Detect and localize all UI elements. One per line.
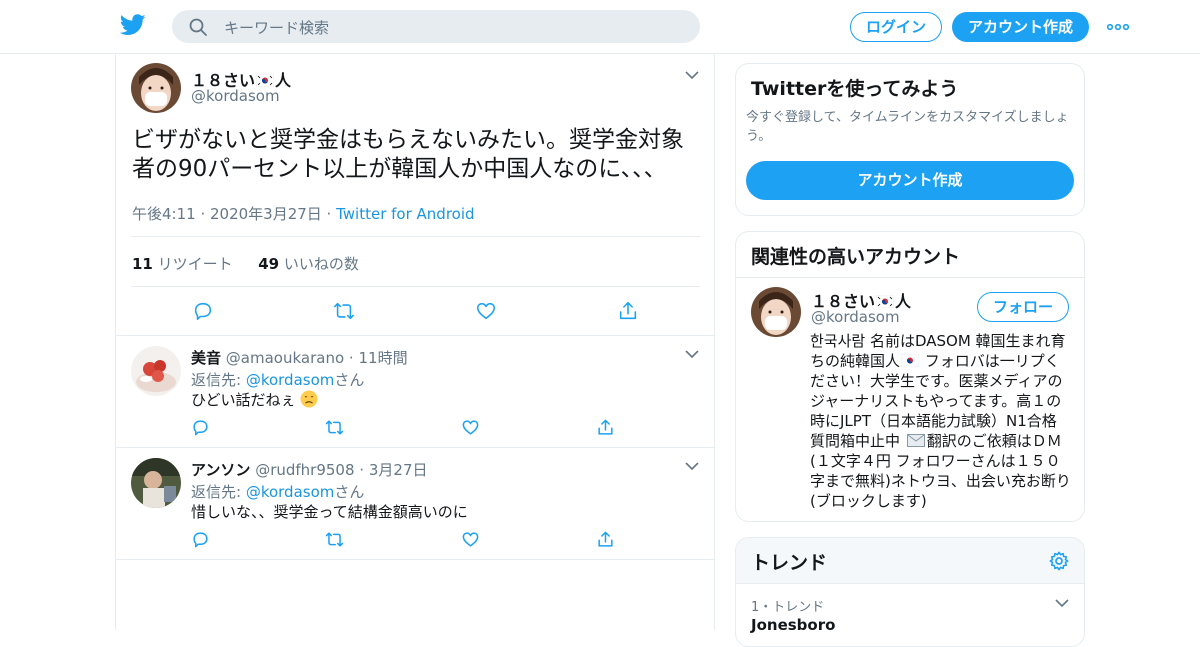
reply-text-body: ひどい話だねぇ: [191, 391, 296, 409]
top-bar: キーワード検索 ログイン アカウント作成: [0, 0, 1200, 54]
trend-name: Jonesboro: [751, 616, 836, 634]
divider: [116, 447, 714, 448]
divider: [116, 559, 714, 560]
reply-to-handle[interactable]: @kordasom: [246, 371, 335, 389]
reply-to-line: 返信先: @kordasomさん: [191, 369, 364, 390]
reply-author-handle[interactable]: @amaoukarano: [226, 349, 344, 367]
reply-time[interactable]: 11時間: [358, 349, 407, 367]
reply-text: ひどい話だねぇ: [191, 389, 318, 410]
share-icon[interactable]: [596, 418, 615, 437]
korea-flag-icon: [876, 295, 895, 308]
retweet-label: リツイート: [157, 255, 233, 273]
like-count: 49: [258, 255, 280, 273]
retweet-stat[interactable]: 11 リツイート: [132, 255, 233, 273]
signup-button[interactable]: アカウント作成: [952, 12, 1089, 42]
reply-author-name[interactable]: 美音: [191, 349, 221, 367]
avatar-image: [751, 287, 801, 337]
chevron-down-icon[interactable]: [685, 349, 699, 359]
chevron-down-icon[interactable]: [685, 461, 699, 471]
like-stat[interactable]: 49 いいねの数: [258, 255, 359, 273]
related-card-title: 関連性の高いアカウント: [751, 246, 961, 268]
like-icon[interactable]: [461, 418, 480, 437]
follow-button[interactable]: フォロー: [977, 292, 1069, 322]
divider: [131, 286, 700, 287]
trends-title: トレンド: [751, 552, 828, 574]
author-handle[interactable]: @kordasom: [191, 87, 280, 105]
korea-flag-icon: [256, 74, 275, 87]
tweet-source-link[interactable]: Twitter for Android: [336, 205, 474, 223]
trends-header: トレンド: [736, 538, 1084, 584]
avatar-image: [131, 63, 181, 113]
tweet-meta: 午後4:11 · 2020年3月27日 · Twitter for Androi…: [132, 203, 475, 224]
tweet-text: ビザがないと奨学金はもらえないみたい。奨学金対象者の90パーセント以上が韓国人か…: [132, 127, 684, 182]
login-button[interactable]: ログイン: [850, 12, 942, 42]
retweet-count: 11: [132, 255, 153, 273]
chevron-down-icon[interactable]: [1055, 598, 1069, 608]
envelope-icon: [906, 434, 925, 447]
divider: [131, 236, 700, 237]
disappointed-face-icon: [300, 390, 318, 408]
related-account-handle[interactable]: @kordasom: [811, 308, 900, 326]
reply-to-suffix: さん: [334, 483, 365, 501]
divider: [116, 335, 714, 336]
like-icon[interactable]: [461, 530, 480, 549]
korea-flag-icon: [901, 354, 920, 367]
signup-card-subtitle: 今すぐ登録して、タイムラインをカスタマイズしましょう。: [746, 110, 1069, 144]
tweet-stats: 11 リツイート 49 いいねの数: [132, 253, 359, 274]
retweet-icon[interactable]: [333, 300, 355, 322]
divider: [736, 277, 1084, 278]
reply-time[interactable]: 3月27日: [369, 461, 428, 479]
signup-card-button[interactable]: アカウント作成: [746, 161, 1074, 200]
reply-to-prefix: 返信先:: [191, 483, 246, 501]
related-accounts-card: 関連性の高いアカウント １８さい人 @kordasom フォロー 한국사람 名前…: [735, 231, 1085, 522]
reply-icon[interactable]: [191, 418, 210, 437]
reply-avatar[interactable]: [131, 458, 181, 508]
twitter-logo-icon[interactable]: [120, 14, 146, 36]
retweet-icon[interactable]: [325, 530, 344, 549]
reply-to-prefix: 返信先:: [191, 371, 246, 389]
reply-to-suffix: さん: [334, 371, 365, 389]
related-account-bio: 한국사람 名前はDASOM 韓国生まれ育ちの純韓国人 フォロバは一リプください！…: [810, 331, 1072, 511]
reply-author-name[interactable]: アンソン: [191, 461, 250, 479]
more-icon[interactable]: [1106, 18, 1130, 36]
search-icon: [189, 18, 207, 36]
retweet-icon[interactable]: [325, 418, 344, 437]
avatar-image: [131, 458, 181, 508]
author-avatar[interactable]: [131, 63, 181, 113]
related-account-avatar[interactable]: [751, 287, 801, 337]
share-icon[interactable]: [617, 300, 639, 322]
reply-icon[interactable]: [191, 530, 210, 549]
reply-icon[interactable]: [192, 300, 214, 322]
like-label: いいねの数: [283, 255, 359, 273]
reply-header: アンソン @rudfhr9508 · 3月27日: [191, 459, 428, 480]
search-input[interactable]: キーワード検索: [224, 17, 329, 38]
reply-avatar[interactable]: [131, 346, 181, 396]
dot-separator: ·: [359, 461, 365, 479]
reply-to-handle[interactable]: @kordasom: [246, 483, 335, 501]
reply-text: 惜しいな、、奨学金って結構金額高いのに: [191, 503, 468, 521]
reply-to-line: 返信先: @kordasomさん: [191, 481, 364, 502]
share-icon[interactable]: [596, 530, 615, 549]
avatar-image: [131, 346, 181, 396]
signup-card-title: Twitterを使ってみよう: [751, 78, 959, 100]
search-bar[interactable]: キーワード検索: [172, 10, 700, 43]
signup-card: Twitterを使ってみよう 今すぐ登録して、タイムラインをカスタマイズしましょ…: [735, 63, 1085, 216]
chevron-down-icon[interactable]: [685, 70, 699, 80]
main-column: １８さい人 @kordasom ビザがないと奨学金はもらえないみたい。奨学金対象…: [115, 54, 715, 630]
trends-card: トレンド 1・トレンド Jonesboro: [735, 537, 1085, 647]
reply-author-handle[interactable]: @rudfhr9508: [255, 461, 354, 479]
trend-rank: 1・トレンド: [751, 600, 825, 615]
tweet-time[interactable]: 午後4:11 · 2020年3月27日 ·: [132, 205, 336, 223]
like-icon[interactable]: [475, 300, 497, 322]
gear-icon[interactable]: [1048, 550, 1070, 572]
reply-header: 美音 @amaoukarano · 11時間: [191, 347, 408, 368]
dot-separator: ·: [348, 349, 354, 367]
